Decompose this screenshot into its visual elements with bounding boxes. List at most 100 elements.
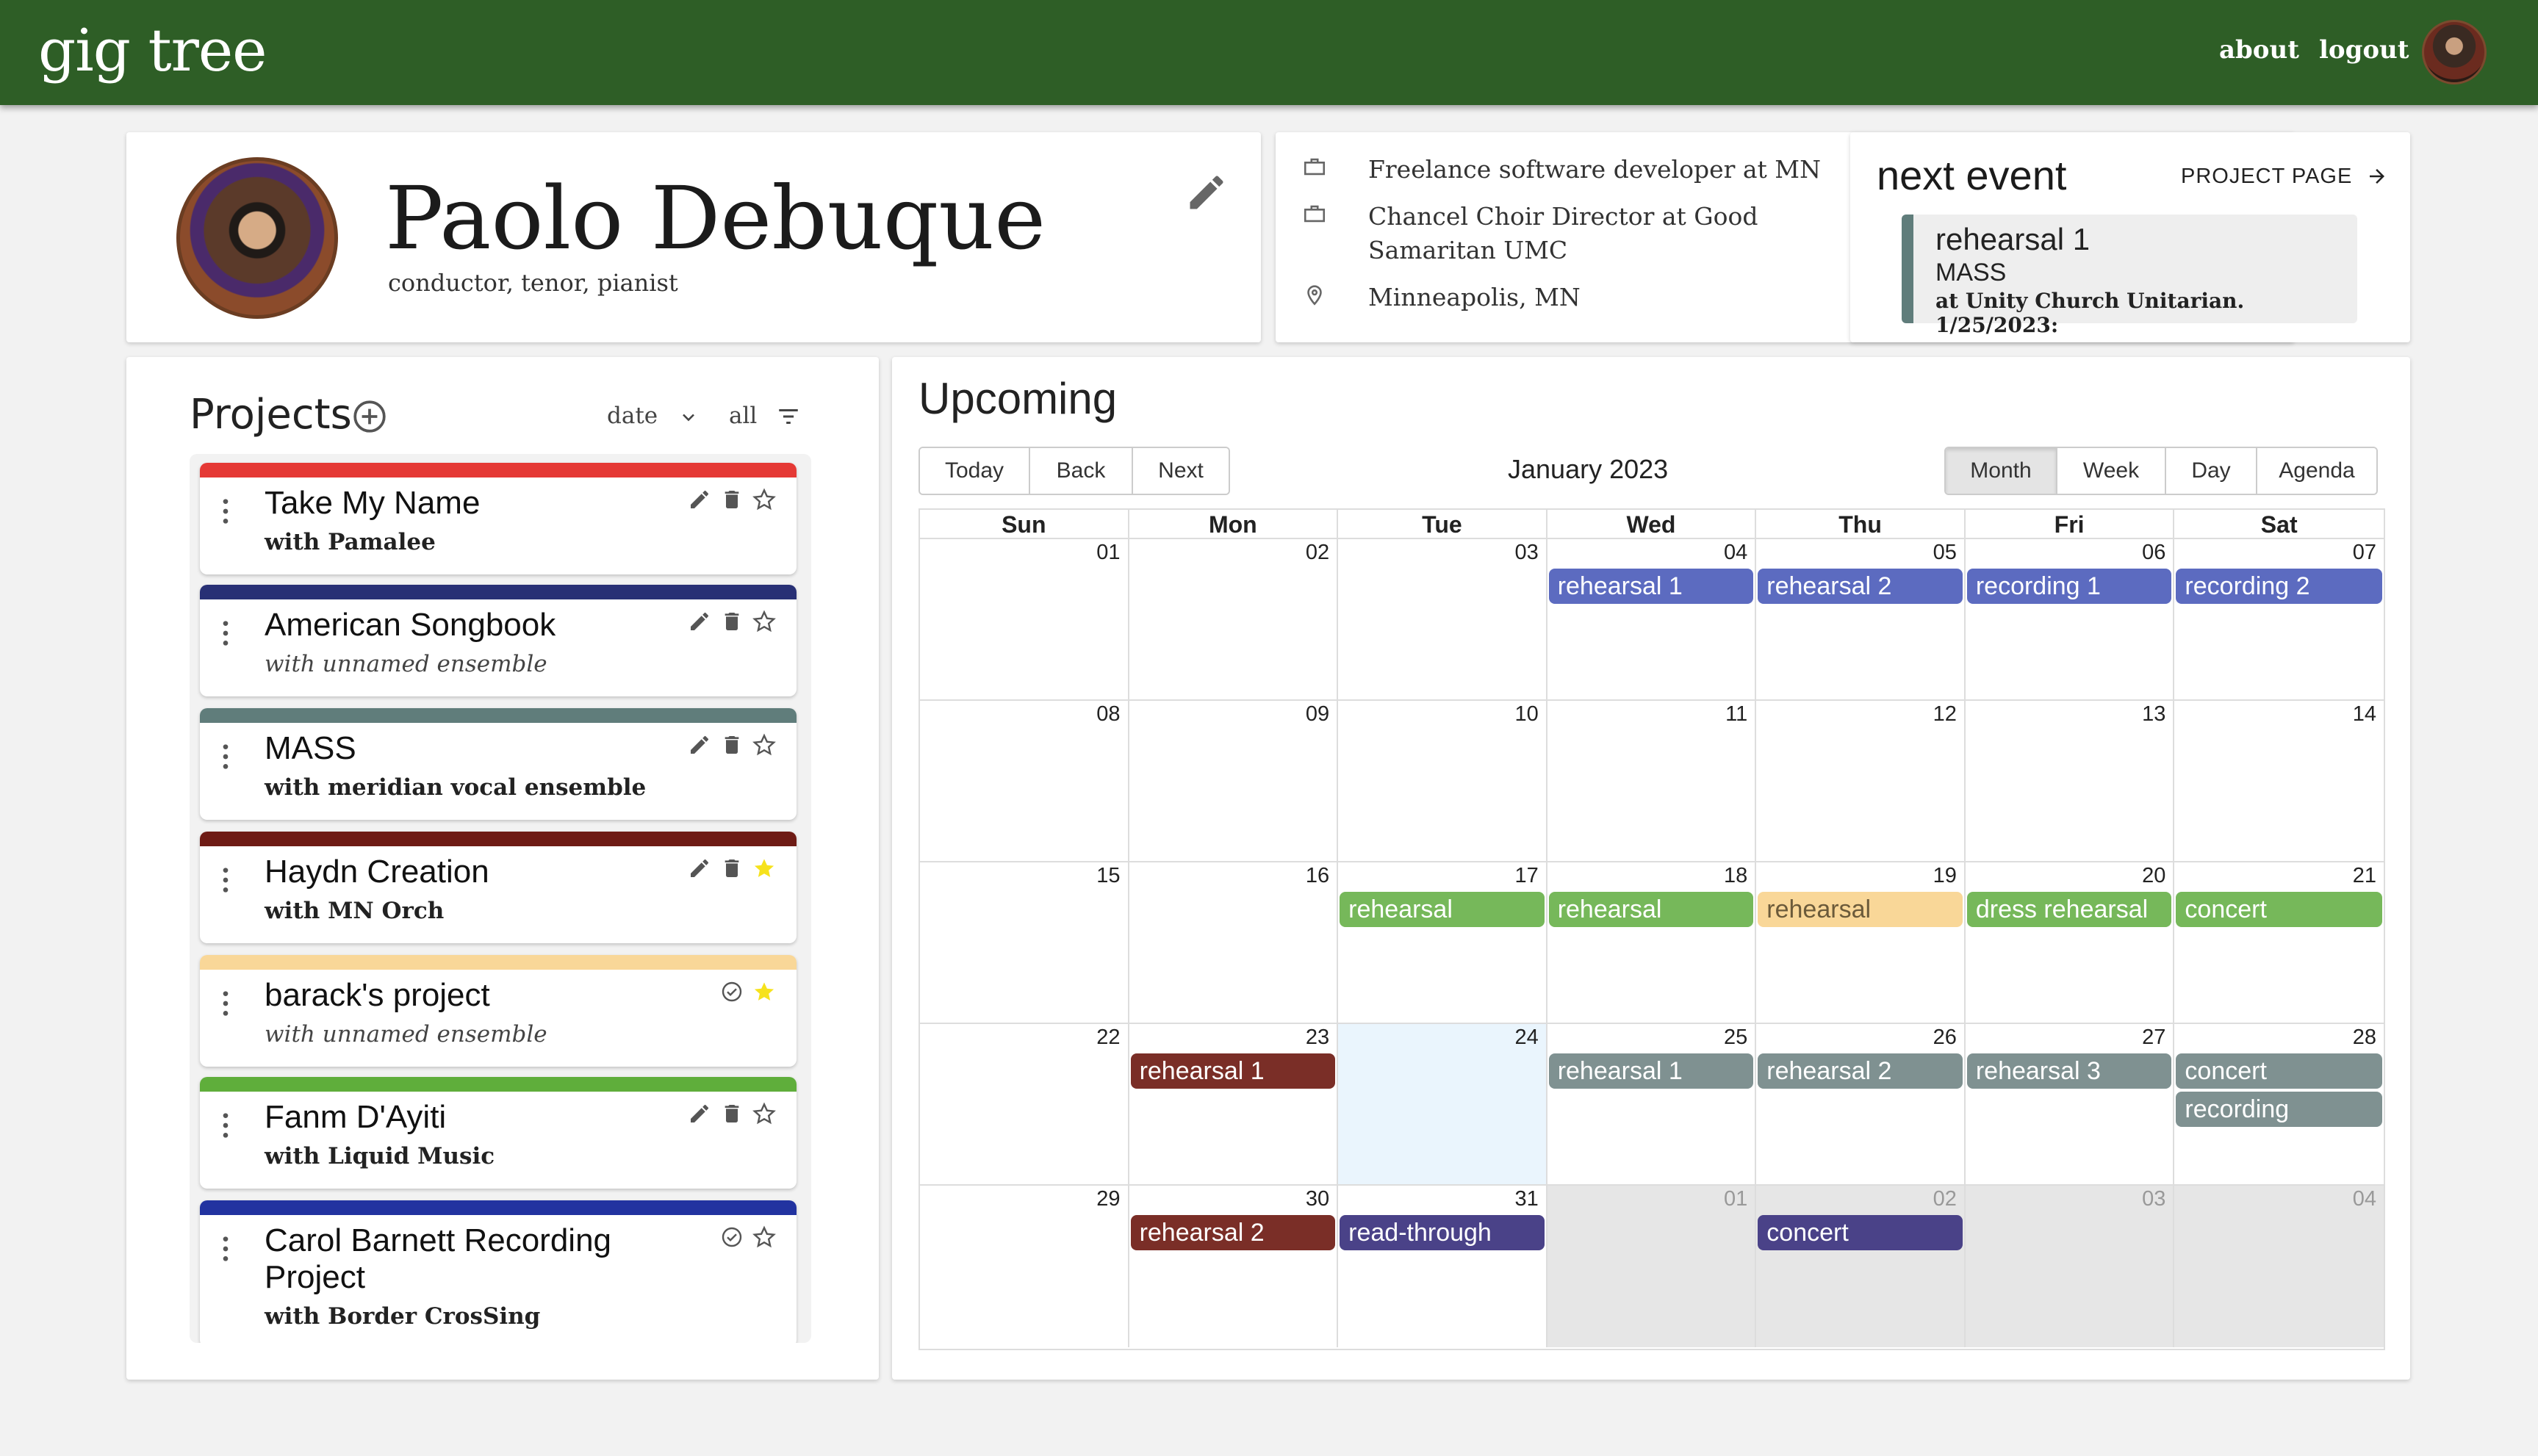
day-cell[interactable]: 27 rehearsal 3 bbox=[1965, 1024, 2175, 1186]
day-number[interactable]: 13 bbox=[2142, 702, 2165, 727]
project-name[interactable]: Carol Barnett Recording Project bbox=[265, 1222, 705, 1296]
view-agenda-button[interactable]: Agenda bbox=[2257, 448, 2376, 494]
view-week-button[interactable]: Week bbox=[2057, 448, 2166, 494]
drag-handle-icon[interactable] bbox=[222, 497, 229, 526]
project-page-link[interactable]: PROJECT PAGE bbox=[2181, 165, 2388, 189]
day-number[interactable]: 24 bbox=[1514, 1026, 1538, 1050]
project-item[interactable]: barack's project with unnamed ensemble bbox=[200, 955, 797, 1067]
day-number[interactable]: 04 bbox=[1724, 541, 1747, 565]
day-cell[interactable]: 12 bbox=[1756, 701, 1966, 862]
drag-handle-icon[interactable] bbox=[222, 619, 229, 648]
filter-dropdown[interactable]: all bbox=[729, 403, 801, 429]
day-number[interactable]: 19 bbox=[1933, 864, 1957, 888]
day-number[interactable]: 23 bbox=[1306, 1026, 1329, 1050]
delete-project-icon[interactable] bbox=[720, 857, 744, 880]
day-cell[interactable]: 09 bbox=[1129, 701, 1339, 862]
day-number[interactable]: 31 bbox=[1514, 1187, 1538, 1211]
day-cell[interactable]: 13 bbox=[1965, 701, 2175, 862]
day-cell[interactable]: 01 bbox=[920, 539, 1129, 701]
project-name[interactable]: Take My Name bbox=[265, 485, 705, 522]
drag-handle-icon[interactable] bbox=[222, 742, 229, 771]
day-number[interactable]: 11 bbox=[1725, 702, 1747, 727]
calendar-event[interactable]: rehearsal 2 bbox=[1758, 569, 1963, 604]
day-number[interactable]: 26 bbox=[1933, 1026, 1957, 1050]
project-name[interactable]: American Songbook bbox=[265, 607, 705, 644]
star-outline-icon[interactable] bbox=[752, 610, 776, 633]
star-outline-icon[interactable] bbox=[752, 733, 776, 757]
calendar-event[interactable]: concert bbox=[2176, 1053, 2382, 1089]
day-cell[interactable]: 30 rehearsal 2 bbox=[1129, 1186, 1339, 1347]
day-cell[interactable]: 02 concert bbox=[1756, 1186, 1966, 1347]
day-cell[interactable]: 20 dress rehearsal bbox=[1965, 862, 2175, 1024]
delete-project-icon[interactable] bbox=[720, 1102, 744, 1125]
day-number[interactable]: 06 bbox=[2142, 541, 2165, 565]
day-cell[interactable]: 28 concert recording bbox=[2174, 1024, 2384, 1186]
drag-handle-icon[interactable] bbox=[222, 989, 229, 1018]
sort-dropdown[interactable]: date bbox=[607, 403, 699, 429]
about-link[interactable]: about bbox=[2219, 35, 2299, 65]
day-number[interactable]: 22 bbox=[1096, 1026, 1120, 1050]
day-cell[interactable]: 11 bbox=[1547, 701, 1757, 862]
day-cell[interactable]: 18 rehearsal bbox=[1547, 862, 1757, 1024]
brand-logo[interactable]: gig tree bbox=[38, 16, 267, 84]
day-number[interactable]: 27 bbox=[2142, 1026, 2165, 1050]
drag-handle-icon[interactable] bbox=[222, 1111, 229, 1140]
next-event-box[interactable]: rehearsal 1 MASS at Unity Church Unitari… bbox=[1902, 215, 2357, 337]
day-cell[interactable]: 08 bbox=[920, 701, 1129, 862]
day-number[interactable]: 18 bbox=[1724, 864, 1747, 888]
calendar-event[interactable]: recording bbox=[2176, 1092, 2382, 1127]
star-filled-icon[interactable] bbox=[752, 980, 776, 1003]
star-outline-icon[interactable] bbox=[752, 1102, 776, 1125]
edit-project-icon[interactable] bbox=[688, 857, 711, 880]
calendar-event[interactable]: rehearsal 1 bbox=[1548, 569, 1754, 604]
day-number[interactable]: 21 bbox=[2353, 864, 2376, 888]
edit-project-icon[interactable] bbox=[688, 488, 711, 511]
day-number[interactable]: 03 bbox=[1514, 541, 1538, 565]
day-number[interactable]: 28 bbox=[2353, 1026, 2376, 1050]
calendar-event[interactable]: concert bbox=[1758, 1215, 1963, 1250]
view-day-button[interactable]: Day bbox=[2166, 448, 2257, 494]
project-list[interactable]: Take My Name with Pamalee American Songboo… bbox=[190, 454, 811, 1343]
day-number[interactable]: 01 bbox=[1096, 541, 1120, 565]
project-item[interactable]: Take My Name with Pamalee bbox=[200, 463, 797, 574]
delete-project-icon[interactable] bbox=[720, 733, 744, 757]
edit-project-icon[interactable] bbox=[688, 610, 711, 633]
day-number[interactable]: 08 bbox=[1096, 702, 1120, 727]
project-name[interactable]: Fanm D'Ayiti bbox=[265, 1099, 705, 1136]
drag-handle-icon[interactable] bbox=[222, 865, 229, 895]
calendar-event[interactable]: concert bbox=[2176, 892, 2382, 927]
day-cell[interactable]: 14 bbox=[2174, 701, 2384, 862]
day-number[interactable]: 14 bbox=[2353, 702, 2376, 727]
drag-handle-icon[interactable] bbox=[222, 1234, 229, 1264]
project-name[interactable]: barack's project bbox=[265, 977, 705, 1014]
edit-project-icon[interactable] bbox=[688, 1102, 711, 1125]
day-number[interactable]: 16 bbox=[1306, 864, 1329, 888]
day-cell[interactable]: 10 bbox=[1338, 701, 1547, 862]
day-number[interactable]: 05 bbox=[1933, 541, 1957, 565]
calendar-event[interactable]: rehearsal bbox=[1548, 892, 1754, 927]
day-number[interactable]: 15 bbox=[1096, 864, 1120, 888]
complete-project-icon[interactable] bbox=[720, 980, 744, 1003]
day-cell[interactable]: 02 bbox=[1129, 539, 1339, 701]
day-cell[interactable]: 07 recording 2 bbox=[2174, 539, 2384, 701]
day-number[interactable]: 30 bbox=[1306, 1187, 1329, 1211]
day-cell[interactable]: 06 recording 1 bbox=[1965, 539, 2175, 701]
day-cell[interactable]: 31 read-through bbox=[1338, 1186, 1547, 1347]
calendar-event[interactable]: read-through bbox=[1340, 1215, 1545, 1250]
day-cell[interactable]: 25 rehearsal 1 bbox=[1547, 1024, 1757, 1186]
day-cell[interactable]: 21 concert bbox=[2174, 862, 2384, 1024]
calendar-event[interactable]: rehearsal bbox=[1340, 892, 1545, 927]
star-outline-icon[interactable] bbox=[752, 488, 776, 511]
logout-link[interactable]: logout bbox=[2319, 35, 2409, 65]
day-cell[interactable]: 15 bbox=[920, 862, 1129, 1024]
day-cell[interactable]: 04 bbox=[2174, 1186, 2384, 1347]
day-number[interactable]: 10 bbox=[1514, 702, 1538, 727]
calendar-event[interactable]: rehearsal 3 bbox=[1966, 1053, 2172, 1089]
project-item[interactable]: American Songbook with unnamed ensemble bbox=[200, 585, 797, 696]
day-cell[interactable]: 01 bbox=[1547, 1186, 1757, 1347]
day-cell[interactable]: 26 rehearsal 2 bbox=[1756, 1024, 1966, 1186]
delete-project-icon[interactable] bbox=[720, 610, 744, 633]
calendar-event[interactable]: rehearsal 2 bbox=[1130, 1215, 1336, 1250]
day-cell[interactable]: 17 rehearsal bbox=[1338, 862, 1547, 1024]
calendar-event[interactable]: rehearsal 1 bbox=[1130, 1053, 1336, 1089]
